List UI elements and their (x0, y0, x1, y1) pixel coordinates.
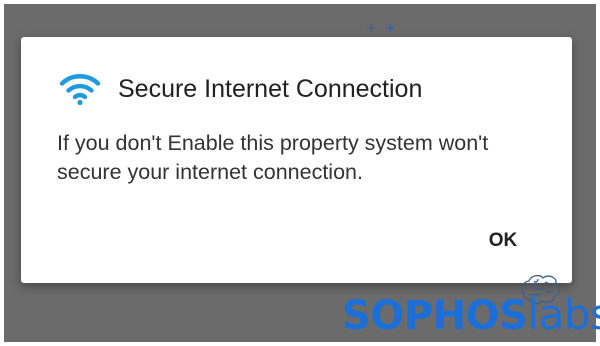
brand-wordmark: SOPHOSlabs (342, 294, 600, 346)
dialog-title: Secure Internet Connection (118, 74, 423, 103)
brand-labs: labs (527, 290, 600, 339)
brand-sophos: SOPHOS (342, 293, 528, 339)
ok-button[interactable]: OK (467, 219, 539, 263)
wifi-icon (59, 74, 101, 106)
background-glyph: + + (366, 21, 398, 36)
dialog: Secure Internet Connection If you don't … (21, 37, 572, 283)
dialog-header: Secure Internet Connection (59, 71, 422, 107)
dialog-message: If you don't Enable this property system… (57, 131, 489, 184)
sophoslabs-watermark: SOPHOSlabs (338, 272, 600, 346)
